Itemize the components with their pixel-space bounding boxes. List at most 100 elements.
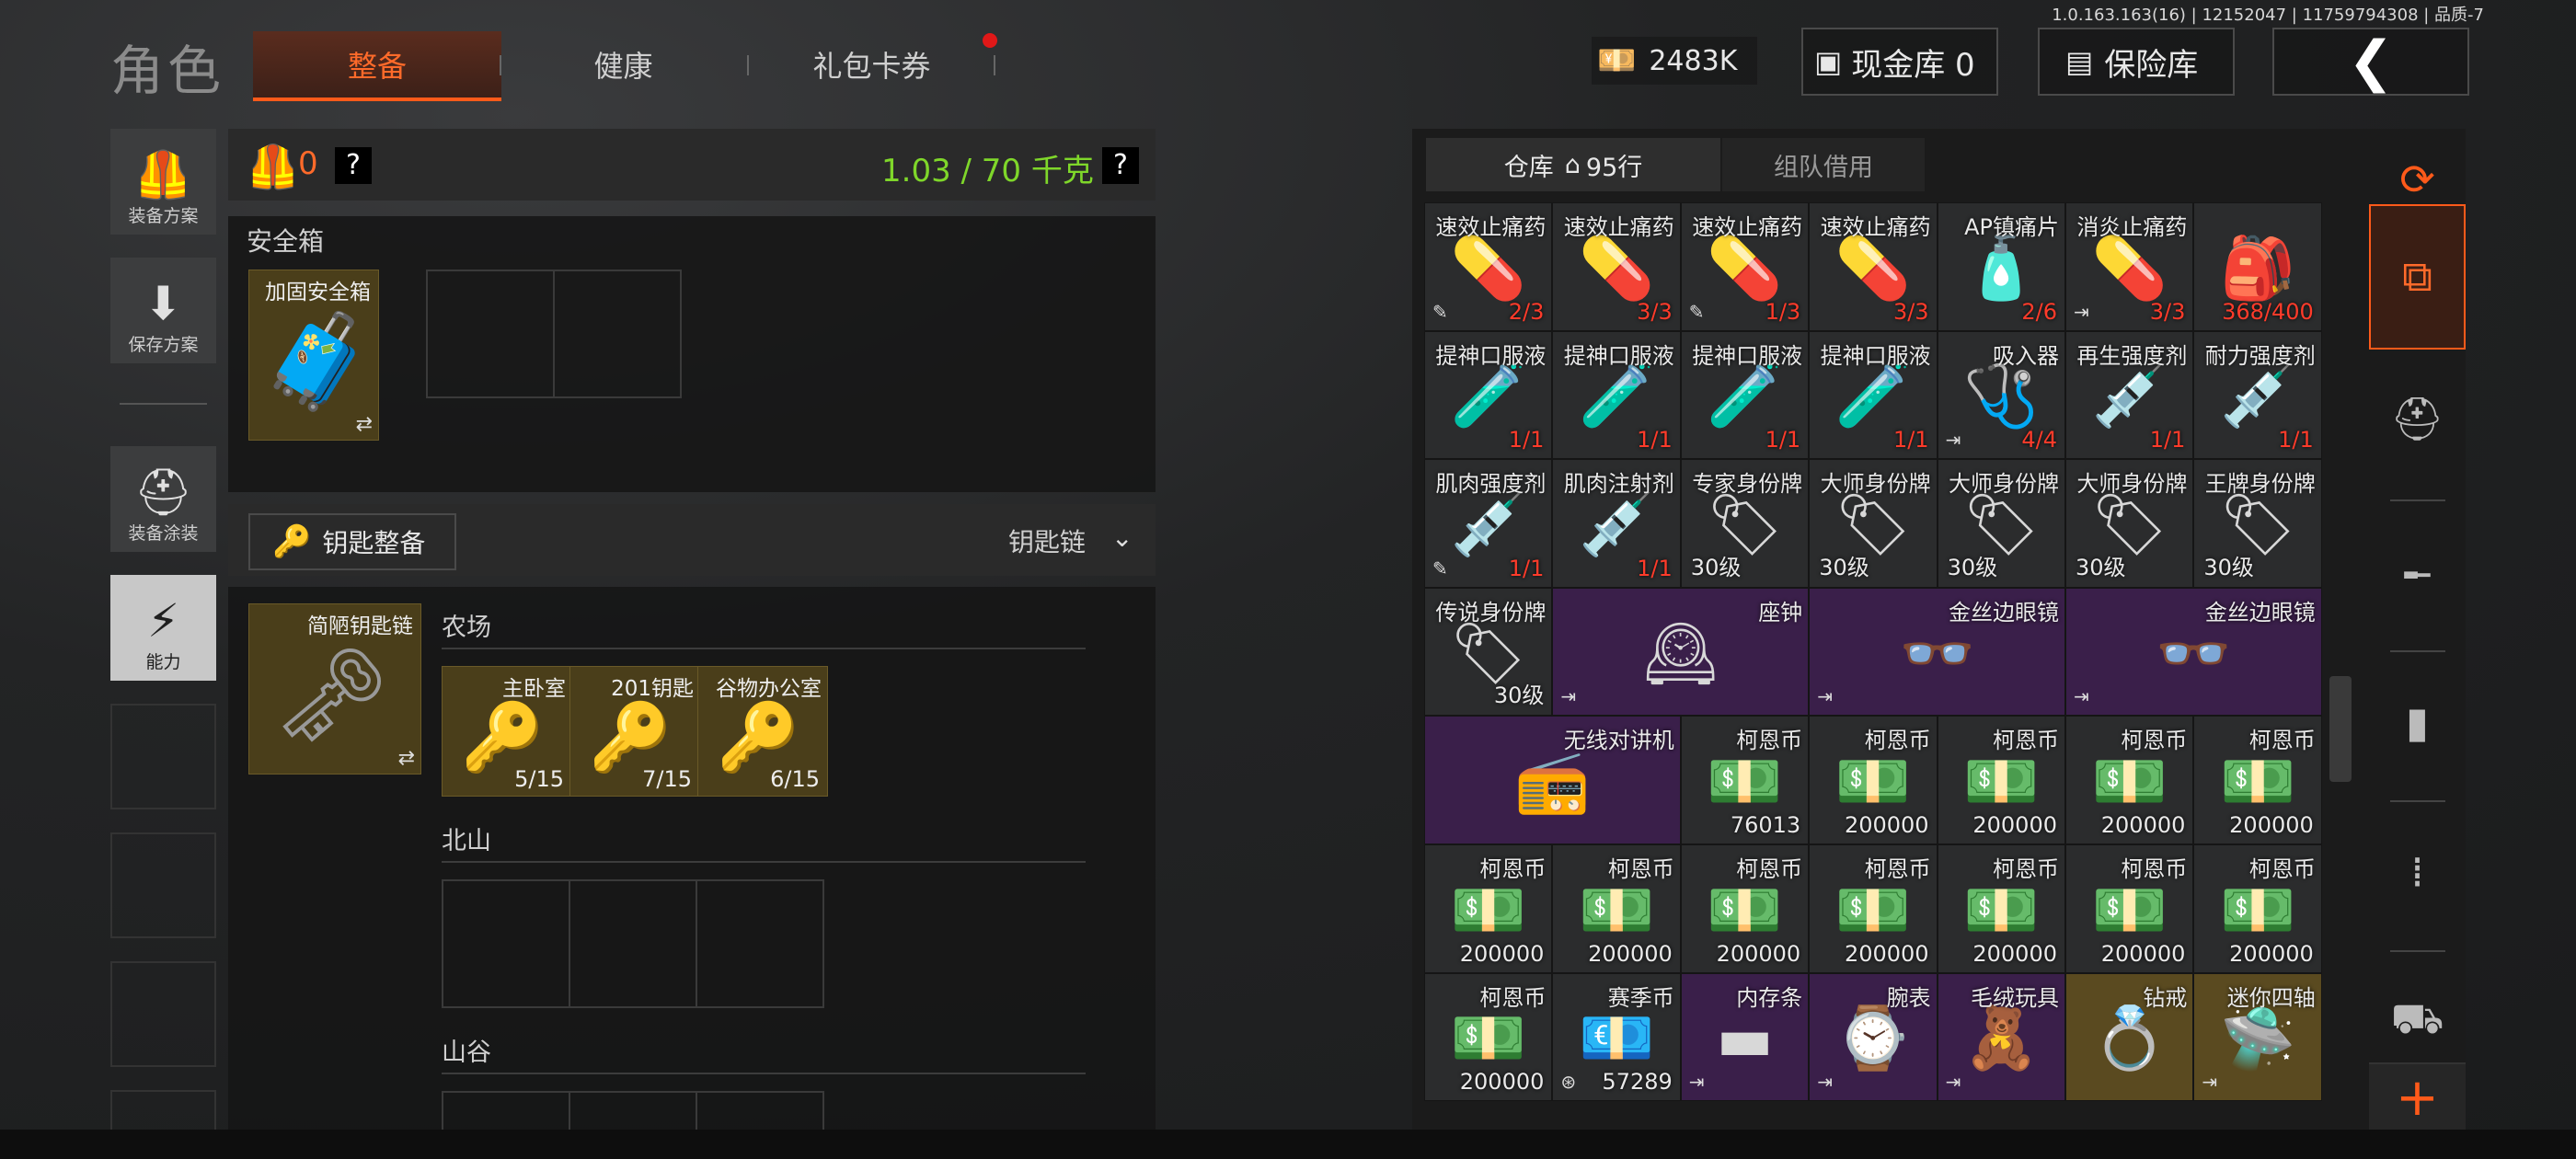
keychain-item[interactable]: 简陋钥匙链 🗝 ⇄ xyxy=(248,603,421,775)
warehouse-item[interactable]: 💵 柯恩币 200000 xyxy=(2065,716,2194,844)
warehouse-item[interactable]: 💵 柯恩币 200000 xyxy=(1809,844,1938,973)
warehouse-grid[interactable]: 💊 速效止痛药 2/3 ✎ 💊 速效止痛药 3/3 💊 速效止痛药 1/3 ✎ 💊 速效止痛药 3/3 🧴 A… xyxy=(1424,202,2322,1117)
back-button[interactable]: ❮ xyxy=(2272,28,2469,96)
warehouse-item[interactable]: 📻 无线对讲机 xyxy=(1424,716,1681,844)
warehouse-item[interactable]: 💍 钻戒 xyxy=(2065,972,2194,1102)
skin-label: 装备涂装 xyxy=(128,523,199,544)
cash-vault-button[interactable]: ▣ 现金库 0 xyxy=(1801,28,1998,96)
warehouse-item[interactable]: 🏷 王牌身份牌 30级 xyxy=(2193,459,2322,588)
scrollbar-thumb[interactable] xyxy=(2329,676,2352,782)
key-loadout-button[interactable]: 🔑 钥匙整备 xyxy=(248,513,456,570)
warehouse-item[interactable]: 🎒 368/400 xyxy=(2193,202,2322,331)
keychain-dropdown[interactable]: 钥匙链 xyxy=(1008,522,1086,559)
warehouse-item[interactable]: 🧪 提神口服液 1/1 xyxy=(1680,330,1810,460)
warehouse-item[interactable]: 💊 速效止痛药 1/3 ✎ xyxy=(1680,202,1810,331)
safe-box-slot[interactable] xyxy=(553,270,682,398)
chevron-down-icon[interactable]: ⌄ xyxy=(1111,522,1133,553)
key-slot[interactable]: 主卧室 🔑 5/15 xyxy=(442,666,572,797)
warehouse-item[interactable]: 🏷 大师身份牌 30级 xyxy=(1937,459,2065,588)
warehouse-item[interactable]: 🩺 吸入器 4/4 ⇥ xyxy=(1937,330,2065,460)
item-name: 传说身份牌 xyxy=(1435,599,1547,625)
warehouse-item[interactable]: 💵 柯恩币 200000 xyxy=(1424,972,1553,1102)
item-icon: 💵 xyxy=(2219,746,2296,818)
area-title-north-hill: 北山 xyxy=(442,827,491,855)
warehouse-item[interactable]: 🕰 座钟 ⇥ xyxy=(1552,587,1810,717)
tab-health[interactable]: 健康 xyxy=(515,31,731,98)
warehouse-item[interactable]: 💊 消炎止痛药 3/3 ⇥ xyxy=(2065,202,2194,331)
key-slot-empty[interactable] xyxy=(569,879,697,1008)
warehouse-item[interactable]: 💉 再生强度剂 1/1 xyxy=(2065,330,2194,460)
warehouse-item[interactable]: 🧪 提神口服液 1/1 xyxy=(1552,330,1681,460)
warehouse-item[interactable]: 💉 耐力强度剂 1/1 xyxy=(2193,330,2322,460)
warehouse-item[interactable]: 💵 柯恩币 200000 xyxy=(1680,844,1810,973)
stack-transfer-icon[interactable]: ⧉ xyxy=(2369,204,2466,350)
warehouse-item[interactable]: 👓 金丝边眼镜 ⇥ xyxy=(1809,587,2065,717)
warehouse-item[interactable]: 👓 金丝边眼镜 ⇥ xyxy=(2065,587,2322,717)
divider xyxy=(2390,800,2445,802)
key-slot-empty[interactable] xyxy=(442,879,570,1008)
helmet-icon[interactable]: ⛑ xyxy=(2369,368,2466,469)
warehouse-item[interactable]: 💵 柯恩币 200000 xyxy=(1552,844,1681,973)
warehouse-item[interactable]: 🧸 毛绒玩具 ⇥ xyxy=(1937,972,2065,1102)
key-slot[interactable]: 201钥匙 🔑 7/15 xyxy=(569,666,700,797)
item-name: 大师身份牌 xyxy=(2076,471,2188,498)
warehouse-item[interactable]: 💶 赛季币 57289 ⊛ xyxy=(1552,972,1681,1102)
key-slot[interactable]: 谷物办公室 🔑 6/15 xyxy=(697,666,828,797)
warehouse-item[interactable]: 🧴 AP镇痛片 2/6 xyxy=(1937,202,2065,331)
warehouse-item[interactable]: 🧪 提神口服液 1/1 xyxy=(1809,330,1938,460)
warehouse-item[interactable]: ⌚ 腕表 ⇥ xyxy=(1809,972,1938,1102)
warehouse-item[interactable]: 🛸 迷你四轴 ⇥ xyxy=(2193,972,2322,1102)
warehouse-item[interactable]: 🏷 大师身份牌 30级 xyxy=(2065,459,2194,588)
swap-icon[interactable]: ⇄ xyxy=(398,747,415,770)
tank-icon[interactable]: ⛟ xyxy=(2369,970,2466,1072)
item-count: 30级 xyxy=(2203,554,2254,580)
warehouse-item[interactable]: 🧪 提神口服液 1/1 xyxy=(1424,330,1553,460)
weight-help-icon[interactable]: ? xyxy=(1102,147,1139,184)
safe-box-item[interactable]: 加固安全箱 🧳 ⇄ xyxy=(248,270,379,441)
ammo-icon[interactable]: ⁞ xyxy=(2369,821,2466,923)
warehouse-item[interactable]: 💵 柯恩币 200000 xyxy=(2065,844,2194,973)
tab-team-borrow[interactable]: 组队借用 xyxy=(1722,138,1925,191)
magazine-icon[interactable]: ▮ xyxy=(2369,671,2466,773)
tab-gift-cards[interactable]: 礼包卡券 xyxy=(764,31,980,98)
warehouse-item[interactable]: 💵 柯恩币 200000 xyxy=(1937,716,2065,844)
warehouse-item[interactable]: 💊 速效止痛药 2/3 ✎ xyxy=(1424,202,1553,331)
loadout-plan-button[interactable]: 🦺 装备方案 xyxy=(110,129,216,235)
help-icon[interactable]: ? xyxy=(335,147,372,184)
warehouse-item[interactable]: 💵 柯恩币 200000 xyxy=(1424,844,1553,973)
warehouse-item[interactable]: 💉 肌肉强度剂 1/1 ✎ xyxy=(1424,459,1553,588)
warehouse-item[interactable]: 💵 柯恩币 76013 xyxy=(1680,716,1810,844)
warehouse-label: 仓库 xyxy=(1503,153,1554,182)
safe-box-slot[interactable] xyxy=(426,270,555,398)
warehouse-item[interactable]: 💊 速效止痛药 3/3 xyxy=(1809,202,1938,331)
warehouse-item[interactable]: ▬ 内存条 ⇥ xyxy=(1680,972,1810,1102)
item-icon: 🎒 xyxy=(2219,232,2296,304)
item-name: 钻戒 xyxy=(2143,984,2188,1011)
warehouse-item[interactable]: 💉 肌肉注射剂 1/1 xyxy=(1552,459,1681,588)
plus-icon[interactable]: + xyxy=(2369,1062,2466,1131)
item-count: 2/6 xyxy=(2021,298,2057,325)
item-name: 柯恩币 xyxy=(1736,856,1803,882)
key-icon: 🔑 xyxy=(272,523,312,560)
warehouse-item[interactable]: 🏷 大师身份牌 30级 xyxy=(1809,459,1938,588)
swap-icon[interactable]: ⇄ xyxy=(356,413,373,436)
tab-loadout[interactable]: 整备 xyxy=(253,31,501,101)
key-slot-empty[interactable] xyxy=(696,879,824,1008)
warehouse-item[interactable]: 💵 柯恩币 200000 xyxy=(2193,716,2322,844)
warehouse-item[interactable]: 🏷 专家身份牌 30级 xyxy=(1680,459,1810,588)
warehouse-item[interactable]: 💵 柯恩币 200000 xyxy=(1809,716,1938,844)
rifle-icon[interactable]: ╾ xyxy=(2369,524,2466,625)
item-name: 速效止痛药 xyxy=(1563,214,1674,240)
skin-button[interactable]: ⛑ 装备涂装 xyxy=(110,446,216,552)
warehouse-item[interactable]: 💵 柯恩币 200000 xyxy=(2193,844,2322,973)
save-plan-button[interactable]: ⬇ 保存方案 xyxy=(110,258,216,363)
warehouse-item[interactable]: 🏷 传说身份牌 30级 xyxy=(1424,587,1553,717)
key-icon: 🔑 xyxy=(589,698,672,775)
tab-warehouse[interactable]: 仓库 ⌂ 95行 xyxy=(1426,138,1720,191)
warehouse-item[interactable]: 💊 速效止痛药 3/3 xyxy=(1552,202,1681,331)
cash-vault-label: 现金库 0 xyxy=(1851,46,1975,84)
ability-button[interactable]: ⚡ 能力 xyxy=(110,575,216,681)
safe-button[interactable]: ▤ 保险库 xyxy=(2038,28,2235,96)
item-name: 迷你四轴 xyxy=(2226,984,2316,1011)
warehouse-item[interactable]: 💵 柯恩币 200000 xyxy=(1937,844,2065,973)
